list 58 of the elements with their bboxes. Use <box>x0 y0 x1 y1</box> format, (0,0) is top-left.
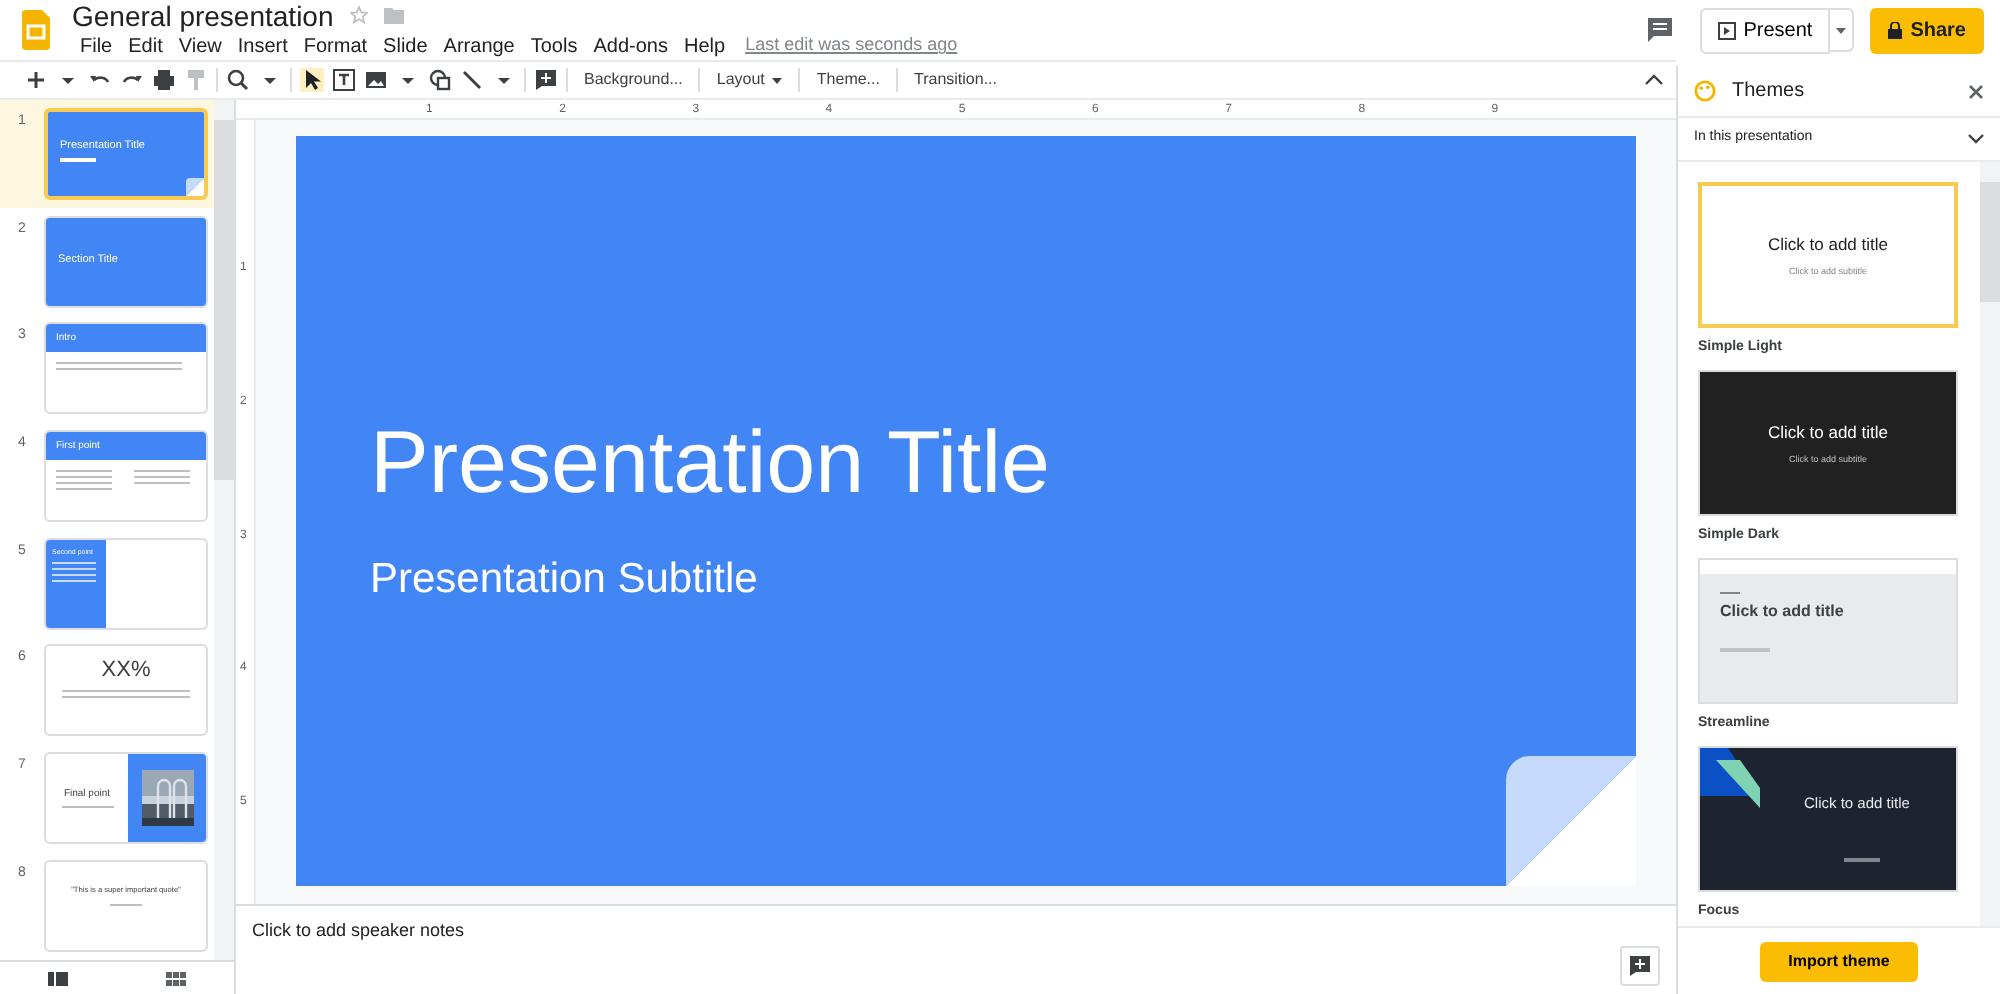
panel-title: Themes <box>1732 78 1807 106</box>
toolbar-button[interactable]: Layout <box>708 68 791 92</box>
line-icon[interactable] <box>460 68 484 92</box>
menu-item[interactable]: Add-ons <box>585 31 676 61</box>
focus-drawing <box>1700 748 1760 808</box>
slide-canvas[interactable]: Presentation Title Presentation Subtitle <box>296 136 1636 886</box>
comment-icon[interactable] <box>1647 18 1672 42</box>
theme-preview-title: Click to add title <box>1720 600 1846 624</box>
import-theme-button[interactable]: Import theme <box>1760 941 1918 981</box>
grid-view-icon[interactable] <box>165 971 186 985</box>
menu-item[interactable]: File <box>72 31 121 61</box>
shape-icon[interactable] <box>428 68 452 92</box>
present-dropdown[interactable] <box>1830 8 1855 52</box>
text-box-icon[interactable] <box>332 68 356 92</box>
share-button[interactable]: Share <box>1870 7 1984 53</box>
menu-item[interactable]: Format <box>295 31 376 61</box>
collapse-icon[interactable] <box>1644 72 1664 88</box>
last-edit-link[interactable]: Last edit was seconds ago <box>745 32 958 60</box>
filmstrip-view-icon[interactable] <box>48 971 69 985</box>
slide-title[interactable]: Presentation Title <box>370 416 1636 513</box>
speaker-notes-placeholder[interactable]: Click to add speaker notes <box>252 920 465 940</box>
close-icon[interactable] <box>1968 83 1984 99</box>
image-icon[interactable] <box>364 68 388 92</box>
plus-icon[interactable] <box>24 68 48 92</box>
toolbar-button[interactable]: Background... <box>576 68 691 92</box>
document-title[interactable]: General presentation <box>72 0 334 31</box>
add-comment-icon <box>1630 956 1650 976</box>
print-icon[interactable] <box>152 68 176 92</box>
lock-icon <box>1888 21 1903 39</box>
toolbar-button[interactable]: Transition... <box>905 68 1005 92</box>
menu-item[interactable]: Arrange <box>435 31 523 61</box>
caret-icon <box>772 77 783 83</box>
theme-preview-title: Click to add title <box>1768 419 1888 445</box>
caret-icon <box>1836 27 1847 33</box>
chevron-down-icon <box>1968 134 1984 144</box>
menu-item[interactable]: Tools <box>522 31 586 61</box>
slide-thumbnail[interactable]: XX% <box>44 644 208 737</box>
slide-subtitle[interactable]: Presentation Subtitle <box>370 548 1636 612</box>
add-comment-button[interactable] <box>1620 946 1660 986</box>
scrollbar-thumb[interactable] <box>1980 182 2000 302</box>
menu-item[interactable]: Help <box>675 31 734 61</box>
toolbar-button[interactable]: Theme... <box>808 68 888 92</box>
star-icon[interactable] <box>349 6 368 24</box>
select-cursor-icon[interactable] <box>300 68 324 92</box>
menu-item[interactable]: Slide <box>375 31 436 61</box>
page-curl-drawing <box>1506 756 1636 886</box>
present-icon <box>1717 21 1736 39</box>
add-comment-icon[interactable] <box>534 68 558 92</box>
thumbnail-title: XX% <box>99 660 153 683</box>
present-button[interactable]: Present <box>1699 7 1831 53</box>
menu-item[interactable]: Insert <box>229 31 296 61</box>
theme-preview[interactable]: Click to add title <box>1698 558 1958 704</box>
zoom-icon[interactable] <box>226 68 250 92</box>
scrollbar-thumb[interactable] <box>214 120 234 480</box>
menu-item[interactable]: View <box>170 31 230 61</box>
theme-preview-title: Click to add title <box>1768 231 1888 257</box>
page-curl-drawing <box>186 178 204 196</box>
menu-item[interactable]: Edit <box>120 31 171 61</box>
